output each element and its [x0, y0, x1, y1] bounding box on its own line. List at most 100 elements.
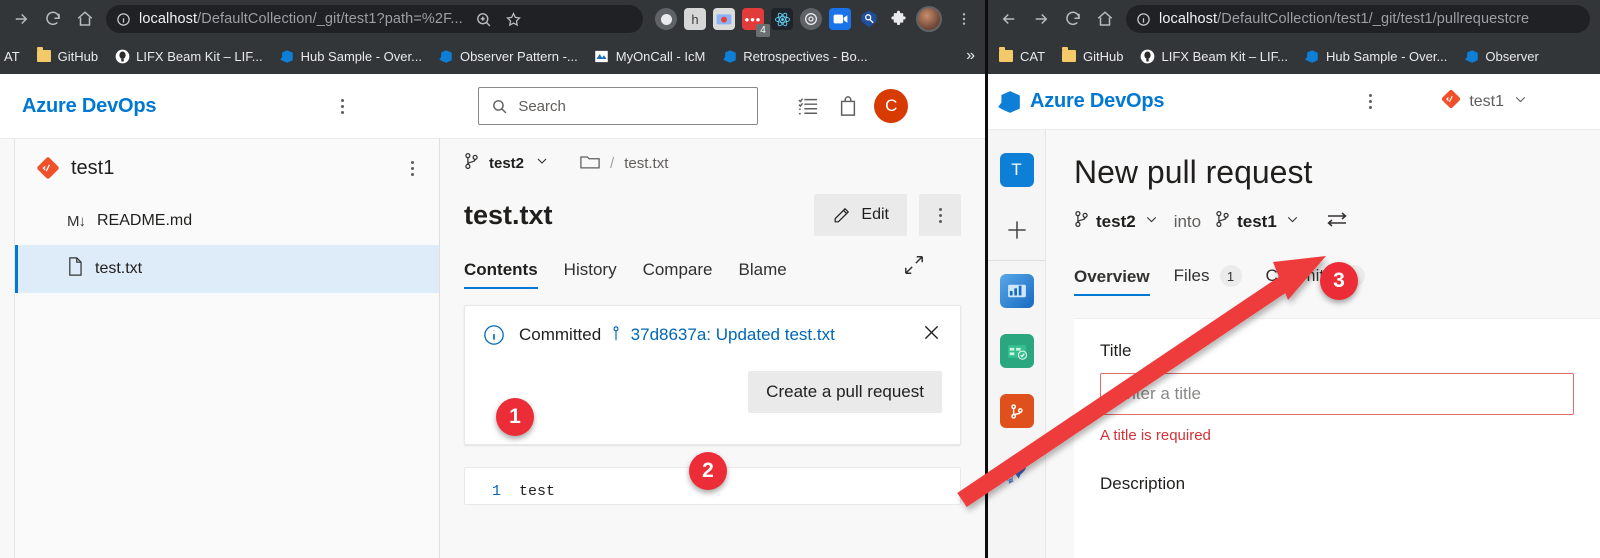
create-pull-request-button[interactable]: Create a pull request: [748, 371, 942, 413]
right-app-body: T New pull request test2 into test1 Over…: [988, 130, 1600, 558]
azure-devops-brand[interactable]: Azure DevOps: [1030, 90, 1165, 113]
tasks-list-icon[interactable]: [788, 86, 828, 126]
breadcrumb: test2 / test.txt: [440, 139, 985, 187]
banner-top-row: Committed 37d8637a: Updated test.txt: [483, 322, 942, 351]
left-bookmarks-bar: AT GitHub LIFX Beam Kit – LIF... Hub Sam…: [0, 38, 985, 74]
bookmarks-overflow-button[interactable]: »: [960, 47, 981, 65]
swap-branches-icon[interactable]: [1325, 209, 1349, 234]
pull-request-pane: New pull request test2 into test1 Overvi…: [1046, 130, 1600, 558]
bookmark-item[interactable]: LIFX Beam Kit – LIF...: [1134, 45, 1294, 67]
file-tree-item-label: test.txt: [95, 260, 143, 277]
search-key-extension-icon[interactable]: [858, 8, 880, 30]
rail-boards-item[interactable]: [988, 321, 1045, 381]
tab-contents[interactable]: Contents: [464, 260, 538, 289]
left-address-bar[interactable]: localhost/DefaultCollection/_git/test1?p…: [106, 5, 643, 33]
bookmark-item[interactable]: Retrospectives - Bo...: [715, 45, 873, 67]
page-title: New pull request: [1074, 154, 1313, 190]
forward-button[interactable]: [6, 4, 36, 34]
source-branch-selector[interactable]: test2: [1074, 210, 1160, 233]
target-branch-selector[interactable]: test1: [1215, 210, 1301, 233]
tab-compare[interactable]: Compare: [643, 260, 713, 289]
marketplace-bag-icon[interactable]: [828, 86, 868, 126]
bookmark-label: AT: [4, 48, 20, 64]
home-button[interactable]: [70, 4, 100, 34]
target-extension-icon[interactable]: [800, 8, 822, 30]
red-dots-extension-icon[interactable]: ••• 4: [742, 8, 770, 37]
folder-icon[interactable]: [580, 153, 600, 174]
commit-link[interactable]: 37d8637a: Updated test.txt: [631, 325, 835, 344]
right-address-bar[interactable]: localhost/DefaultCollection/test1/_git/t…: [1126, 5, 1590, 33]
bookmark-item[interactable]: Hub Sample - Over...: [1298, 45, 1453, 67]
lifx-icon: [1140, 48, 1156, 64]
site-info-icon[interactable]: [116, 12, 131, 27]
bookmark-star-icon[interactable]: [501, 6, 527, 32]
tab-blame[interactable]: Blame: [739, 260, 787, 289]
header-more-menu-icon[interactable]: [331, 98, 353, 114]
search-input[interactable]: Search: [478, 87, 759, 125]
description-label: Description: [1100, 474, 1186, 493]
right-url-host: localhost: [1159, 11, 1218, 27]
header-more-menu-icon[interactable]: [1359, 94, 1381, 109]
tab-overview[interactable]: Overview: [1074, 267, 1150, 296]
bookmark-item[interactable]: GitHub: [30, 45, 104, 67]
azure-devops-logo-icon[interactable]: [988, 89, 1030, 115]
rail-add-button[interactable]: [988, 200, 1045, 260]
circle-extension-icon[interactable]: [655, 8, 677, 30]
bookmark-item[interactable]: Observer Pattern -...: [432, 45, 584, 67]
rail-project-avatar[interactable]: T: [988, 140, 1045, 200]
home-button[interactable]: [1090, 4, 1120, 34]
title-error-message: A title is required: [1100, 427, 1211, 444]
video-extension-icon[interactable]: [829, 8, 851, 30]
react-devtools-extension-icon[interactable]: [771, 8, 793, 30]
file-tree-more-menu-icon[interactable]: [401, 160, 423, 176]
edit-button[interactable]: Edit: [814, 194, 907, 236]
azure-devops-icon: [721, 48, 737, 64]
bookmark-item[interactable]: GitHub: [1055, 45, 1129, 67]
bookmark-item[interactable]: Hub Sample - Over...: [273, 45, 428, 67]
reload-button[interactable]: [1058, 4, 1088, 34]
breadcrumb-separator: /: [610, 154, 615, 172]
azure-devops-brand[interactable]: Azure DevOps: [22, 95, 157, 118]
bookmark-item[interactable]: MyOnCall - IcM: [588, 45, 712, 67]
fullscreen-expand-icon[interactable]: [903, 254, 961, 289]
bookmark-label: Retrospectives - Bo...: [743, 48, 868, 64]
zoom-icon[interactable]: [471, 6, 497, 32]
honey-extension-icon[interactable]: h: [684, 8, 706, 30]
bookmark-item[interactable]: AT: [4, 46, 26, 67]
bookmark-label: GitHub: [57, 48, 99, 64]
bookmark-item[interactable]: Observer: [1457, 45, 1544, 67]
close-icon[interactable]: [921, 322, 942, 348]
rail-repos-item[interactable]: [988, 381, 1045, 441]
user-avatar[interactable]: C: [874, 89, 909, 123]
file-tabs: Contents History Compare Blame: [440, 243, 985, 289]
repo-name[interactable]: test1: [71, 157, 114, 180]
tab-files[interactable]: Files 1: [1174, 265, 1242, 296]
breadcrumb-branch[interactable]: test2: [489, 155, 524, 172]
rail-pipelines-item[interactable]: [988, 441, 1045, 501]
extensions-puzzle-icon[interactable]: [887, 8, 909, 30]
project-selector[interactable]: test1: [1441, 89, 1529, 114]
line-number: 1: [491, 483, 501, 500]
file-tree-item-readme[interactable]: M↓ README.md: [15, 197, 439, 245]
rail-overview-item[interactable]: [988, 261, 1045, 321]
back-button[interactable]: [994, 4, 1024, 34]
reload-button[interactable]: [38, 4, 68, 34]
browser-menu-icon[interactable]: [949, 4, 979, 34]
breadcrumb-file: test.txt: [624, 154, 669, 172]
file-more-menu-button[interactable]: [919, 194, 961, 236]
chrome-capture-extension-icon[interactable]: [713, 8, 735, 30]
bookmark-label: Hub Sample - Over...: [1325, 48, 1448, 64]
extension-icons: h ••• 4: [649, 4, 979, 37]
tab-history[interactable]: History: [564, 260, 617, 289]
title-input[interactable]: Enter a title: [1100, 373, 1574, 415]
site-info-icon[interactable]: [1136, 12, 1151, 27]
chevron-down-icon[interactable]: [534, 153, 550, 173]
bookmark-item[interactable]: LIFX Beam Kit – LIF...: [108, 45, 268, 67]
file-tree-item-testtxt[interactable]: test.txt: [15, 245, 439, 293]
bookmark-label: Hub Sample - Over...: [300, 48, 422, 64]
kebab-icon: [929, 207, 951, 223]
banner-message: Committed 37d8637a: Updated test.txt: [519, 322, 907, 350]
bookmark-item[interactable]: CAT: [992, 45, 1051, 67]
forward-button[interactable]: [1026, 4, 1056, 34]
profile-avatar-icon[interactable]: [916, 6, 942, 32]
